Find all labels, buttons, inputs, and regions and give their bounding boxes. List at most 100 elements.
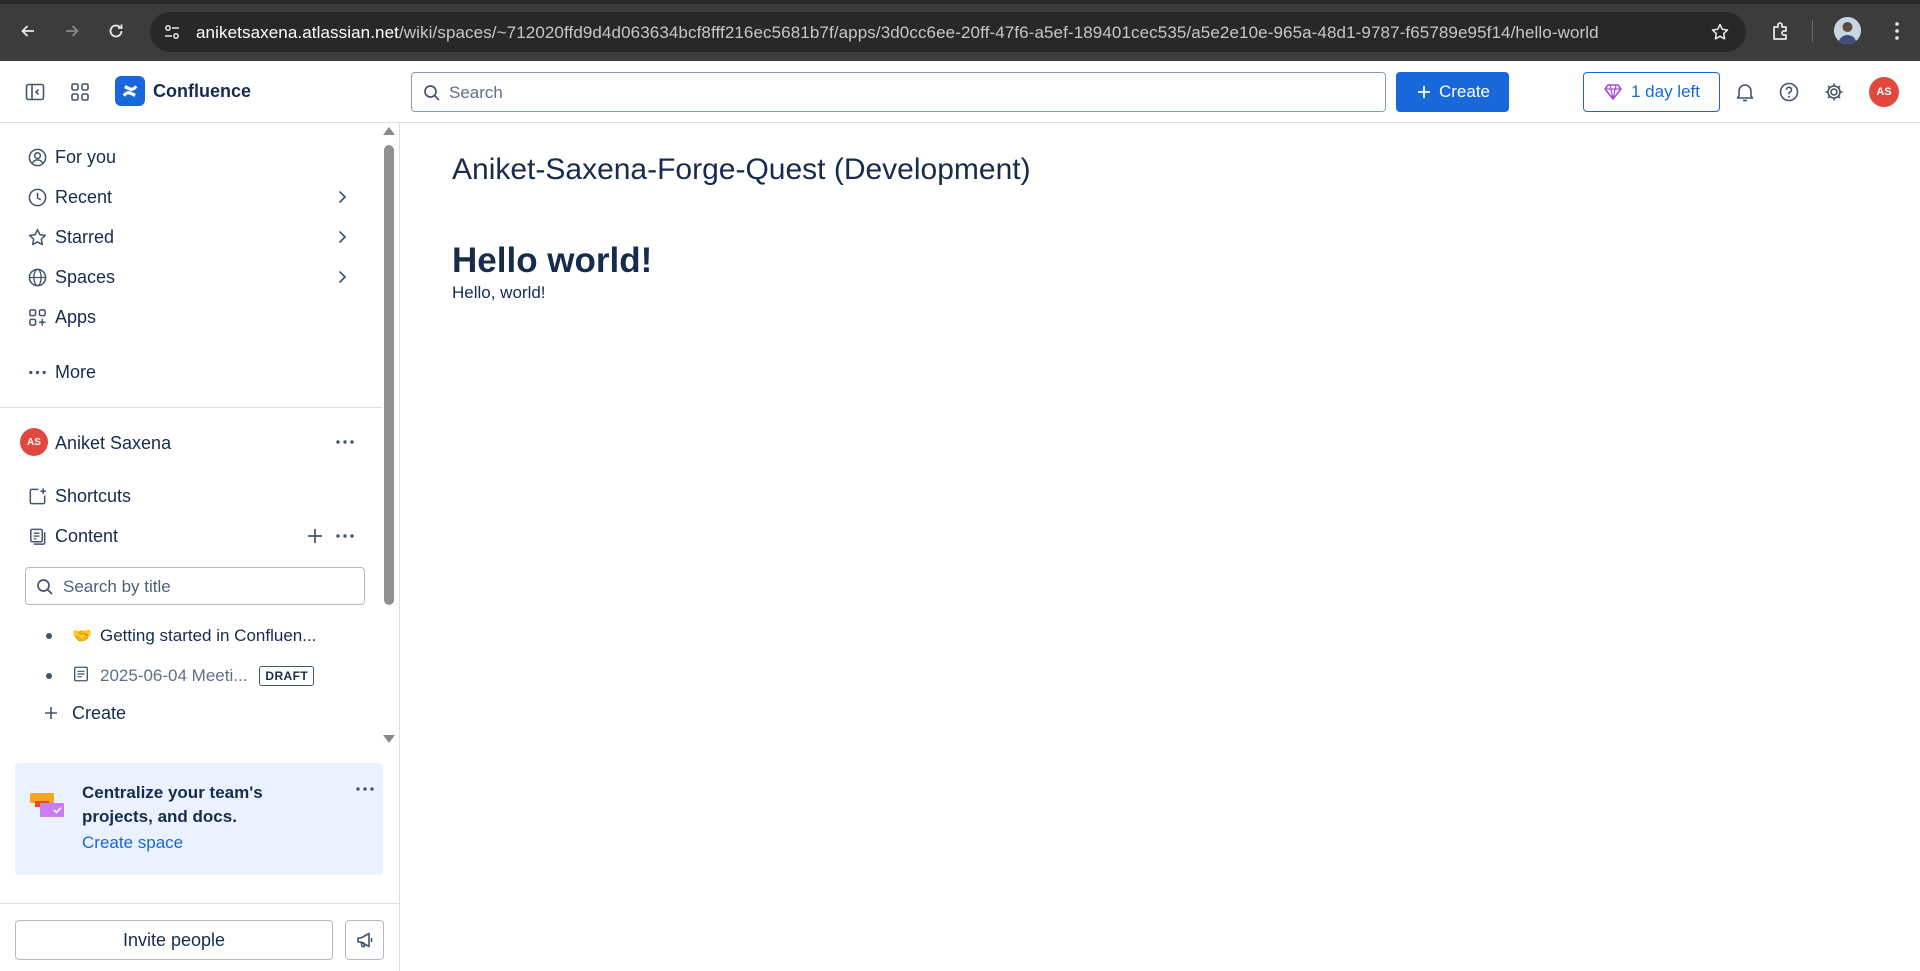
trial-button[interactable]: 1 day left — [1583, 72, 1720, 112]
profile-photo-icon — [1834, 17, 1861, 44]
draft-badge: DRAFT — [259, 666, 315, 686]
page-icon — [72, 665, 94, 688]
forward-button[interactable] — [56, 15, 88, 47]
create-space-promo: Centralize your team's projects, and doc… — [15, 763, 383, 875]
user-avatar[interactable]: AS — [1869, 77, 1899, 107]
sidebar-scrollbar-thumb[interactable] — [384, 145, 394, 605]
sidebar-item-label: Content — [55, 525, 119, 546]
app-title: Aniket-Saxena-Forge-Quest (Development) — [452, 153, 1031, 186]
megaphone-icon — [356, 932, 372, 948]
promo-more-icon[interactable] — [353, 777, 377, 801]
content-more-icon[interactable] — [333, 524, 357, 548]
url-text[interactable]: aniketsaxena.atlassian.net/wiki/spaces/~… — [196, 23, 1599, 43]
browser-toolbar: aniketsaxena.atlassian.net/wiki/spaces/~… — [0, 0, 1920, 61]
promo-heading: Centralize your team's projects, and doc… — [82, 783, 263, 826]
star-icon — [22, 222, 52, 252]
sidebar-item-more[interactable]: More — [12, 353, 368, 391]
page-body-text: Hello, world! — [452, 283, 546, 302]
sidebar-item-shortcuts[interactable]: Shortcuts — [12, 477, 368, 515]
gem-icon — [1604, 84, 1622, 100]
space-name[interactable]: Aniket Saxena — [55, 433, 171, 454]
site-info-icon[interactable] — [162, 22, 182, 42]
shortcut-icon — [22, 481, 52, 511]
space-avatar[interactable]: AS — [20, 428, 48, 456]
sidebar: For you Recent Starred Spaces Apps More … — [0, 123, 400, 971]
arrow-right-icon — [66, 25, 79, 37]
sidebar-item-label: Starred — [55, 226, 115, 247]
sidebar-item-label: More — [55, 361, 97, 382]
reload-button[interactable] — [100, 15, 132, 47]
app-switcher-button[interactable] — [66, 78, 94, 106]
tree-bullet — [46, 673, 52, 679]
content-icon — [22, 521, 52, 551]
browser-tab-strip — [0, 0, 1920, 4]
sidebar-item-label: Spaces — [55, 266, 116, 287]
settings-button[interactable] — [1820, 78, 1848, 106]
sidebar-item-label: Shortcuts — [55, 485, 132, 506]
reload-icon — [109, 24, 123, 38]
tree-create-button[interactable]: Create — [40, 698, 126, 728]
sidebar-item-apps[interactable]: Apps — [12, 298, 368, 336]
arrow-left-icon — [21, 25, 34, 37]
bell-icon — [1736, 84, 1754, 102]
plus-icon — [1417, 86, 1430, 98]
toolbar-divider — [1812, 20, 1813, 42]
app-switcher-icon — [71, 83, 89, 101]
space-more-icon[interactable] — [333, 430, 357, 454]
search-input[interactable]: Search — [411, 72, 1386, 112]
extensions-icon[interactable] — [1769, 19, 1793, 43]
url-path: /wiki/spaces/~712020ffd9d4d063634bcf8fff… — [398, 23, 1599, 42]
tree-create-label: Create — [72, 702, 127, 723]
help-button[interactable] — [1775, 78, 1803, 106]
page-heading: Hello world! — [452, 241, 653, 280]
chevron-right-icon[interactable] — [332, 227, 352, 247]
gear-icon — [1825, 83, 1843, 101]
sidebar-item-spaces[interactable]: Spaces — [12, 258, 368, 296]
sidebar-toggle-button[interactable] — [21, 78, 49, 106]
bookmark-star-icon[interactable] — [1710, 22, 1730, 42]
product-name[interactable]: Confluence — [153, 81, 251, 102]
sidebar-item-recent[interactable]: Recent — [12, 178, 368, 216]
search-by-title-input[interactable]: Search by title — [25, 567, 365, 605]
create-space-link[interactable]: Create space — [82, 833, 183, 853]
search-icon — [424, 85, 440, 101]
sidebar-item-label: Recent — [55, 186, 113, 207]
help-icon — [1779, 82, 1799, 102]
sidebar-item-for-you[interactable]: For you — [12, 138, 368, 176]
more-icon — [22, 357, 52, 387]
feedback-button[interactable] — [345, 920, 384, 960]
search-by-title-placeholder: Search by title — [63, 577, 171, 596]
plus-icon — [45, 707, 57, 719]
tree-item-getting-started[interactable]: 🤝 Getting started in Confluen... — [40, 619, 360, 653]
space-illustration-icon — [30, 793, 64, 817]
sidebar-item-label: Apps — [55, 306, 97, 327]
invite-people-button[interactable]: Invite people — [15, 920, 333, 960]
sidebar-item-starred[interactable]: Starred — [12, 218, 368, 256]
app-header: Confluence Search Create 1 day left AS — [0, 61, 1920, 123]
add-content-icon[interactable] — [303, 524, 327, 548]
notifications-button[interactable] — [1731, 78, 1759, 106]
create-button[interactable]: Create — [1396, 72, 1509, 112]
browser-menu-icon[interactable] — [1885, 19, 1909, 43]
browser-profile-avatar[interactable] — [1834, 17, 1861, 44]
scroll-down-arrow[interactable] — [383, 735, 395, 743]
clock-icon — [22, 182, 52, 212]
tree-item-label: 2025-06-04 Meeti... — [100, 666, 248, 685]
create-button-label: Create — [1438, 82, 1491, 101]
sidebar-item-label: For you — [55, 146, 117, 167]
handshake-emoji-icon: 🤝 — [72, 628, 92, 645]
tree-item-meeting-notes[interactable]: 2025-06-04 Meeti... DRAFT — [40, 659, 360, 693]
sidebar-bottom-divider — [0, 903, 399, 904]
search-icon — [37, 579, 53, 595]
confluence-logo-icon — [122, 85, 138, 97]
main-content: Aniket-Saxena-Forge-Quest (Development) … — [400, 123, 1920, 971]
back-button[interactable] — [12, 15, 44, 47]
address-bar[interactable]: aniketsaxena.atlassian.net/wiki/spaces/~… — [150, 12, 1746, 52]
scroll-up-arrow[interactable] — [383, 127, 395, 135]
url-host: aniketsaxena.atlassian.net — [196, 23, 399, 42]
chevron-right-icon[interactable] — [332, 267, 352, 287]
globe-icon — [22, 262, 52, 292]
search-placeholder: Search — [449, 83, 503, 102]
chevron-right-icon[interactable] — [332, 187, 352, 207]
confluence-logo[interactable] — [115, 76, 145, 106]
